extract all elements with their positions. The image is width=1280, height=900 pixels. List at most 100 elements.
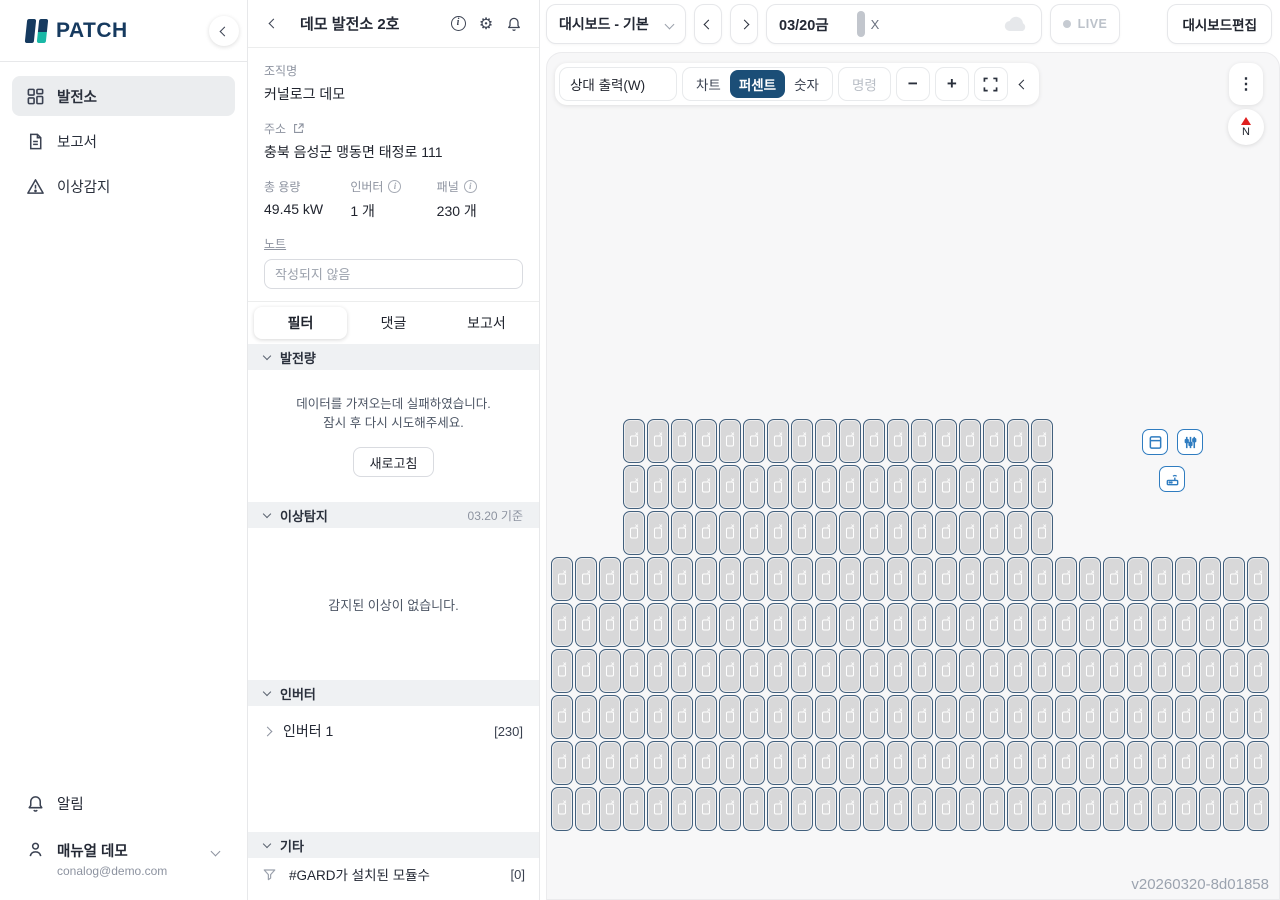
pv-module[interactable] [647, 419, 669, 463]
pv-module[interactable] [959, 465, 981, 509]
notifications-bell-button[interactable] [505, 15, 523, 33]
pv-module[interactable] [1223, 649, 1245, 693]
pv-module[interactable] [599, 603, 621, 647]
pv-module[interactable] [719, 695, 741, 739]
pv-module[interactable] [743, 787, 765, 831]
pv-module[interactable] [695, 695, 717, 739]
settings-gear-button[interactable]: ⚙ [477, 15, 495, 33]
pv-module[interactable] [743, 557, 765, 601]
pv-module[interactable] [863, 557, 885, 601]
pv-module[interactable] [1199, 603, 1221, 647]
pv-module[interactable] [551, 695, 573, 739]
pv-module[interactable] [575, 557, 597, 601]
pv-module[interactable] [647, 695, 669, 739]
pv-module[interactable] [1103, 649, 1125, 693]
external-link-icon[interactable] [292, 122, 305, 135]
pv-module[interactable] [983, 603, 1005, 647]
pv-module[interactable] [815, 511, 837, 555]
pv-module[interactable] [935, 695, 957, 739]
mode-number-button[interactable]: 숫자 [785, 70, 828, 98]
pv-module[interactable] [791, 603, 813, 647]
pv-module[interactable] [983, 557, 1005, 601]
pv-module[interactable] [1031, 511, 1053, 555]
pv-module[interactable] [743, 419, 765, 463]
pv-module[interactable] [1223, 557, 1245, 601]
pv-module[interactable] [695, 465, 717, 509]
zoom-out-button[interactable]: − [896, 67, 930, 101]
pv-module[interactable] [1031, 603, 1053, 647]
pv-module[interactable] [1103, 603, 1125, 647]
pv-module[interactable] [1199, 695, 1221, 739]
pv-module[interactable] [887, 511, 909, 555]
pv-module[interactable] [791, 419, 813, 463]
pv-module[interactable] [623, 695, 645, 739]
pv-module[interactable] [1127, 741, 1149, 785]
pv-module[interactable] [935, 465, 957, 509]
pv-module[interactable] [623, 741, 645, 785]
pv-module[interactable] [1055, 557, 1077, 601]
pv-module[interactable] [695, 787, 717, 831]
pv-module[interactable] [695, 419, 717, 463]
pv-module[interactable] [599, 695, 621, 739]
pv-module[interactable] [743, 695, 765, 739]
pv-module[interactable] [791, 695, 813, 739]
pv-module[interactable] [1079, 741, 1101, 785]
pv-module[interactable] [743, 741, 765, 785]
filter-row-gard[interactable]: #GARD가 설치된 모듈수 [0] [248, 858, 539, 890]
pv-module[interactable] [839, 787, 861, 831]
pv-module[interactable] [719, 603, 741, 647]
pv-module[interactable] [1007, 419, 1029, 463]
back-button[interactable] [264, 15, 282, 33]
section-anomaly-header[interactable]: 이상탐지 03.20 기준 [248, 502, 539, 528]
pv-module[interactable] [935, 649, 957, 693]
pv-module[interactable] [671, 695, 693, 739]
pv-module[interactable] [623, 603, 645, 647]
pv-module[interactable] [1007, 603, 1029, 647]
pv-module[interactable] [1223, 787, 1245, 831]
pv-module[interactable] [815, 603, 837, 647]
pv-module[interactable] [1079, 695, 1101, 739]
pv-module[interactable] [1175, 787, 1197, 831]
pv-module[interactable] [959, 603, 981, 647]
pv-module[interactable] [1223, 741, 1245, 785]
mode-percent-button[interactable]: 퍼센트 [730, 70, 785, 98]
pv-module[interactable] [1151, 649, 1173, 693]
pv-module[interactable] [935, 787, 957, 831]
pv-module[interactable] [1079, 603, 1101, 647]
pv-module[interactable] [1199, 649, 1221, 693]
pv-module[interactable] [863, 419, 885, 463]
pv-module[interactable] [839, 511, 861, 555]
pv-module[interactable] [1151, 557, 1173, 601]
pv-module[interactable] [863, 603, 885, 647]
sidebar-collapse-button[interactable] [209, 16, 239, 46]
pv-module[interactable] [863, 465, 885, 509]
pv-module[interactable] [1031, 557, 1053, 601]
pv-module[interactable] [767, 419, 789, 463]
metric-select[interactable]: 상대 출력(W) [559, 67, 677, 101]
pv-module[interactable] [743, 465, 765, 509]
pv-module[interactable] [575, 603, 597, 647]
pv-module[interactable] [911, 649, 933, 693]
pv-module[interactable] [623, 649, 645, 693]
pv-module[interactable] [1055, 787, 1077, 831]
pv-module[interactable] [767, 695, 789, 739]
pv-module[interactable] [959, 695, 981, 739]
pv-module[interactable] [647, 511, 669, 555]
pv-module[interactable] [1031, 465, 1053, 509]
pv-module[interactable] [887, 787, 909, 831]
pv-module[interactable] [1007, 787, 1029, 831]
pv-module[interactable] [887, 695, 909, 739]
pv-module[interactable] [671, 649, 693, 693]
map-menu-button[interactable]: ⋮ [1229, 63, 1263, 105]
filter-row-bstr[interactable]: #BSTR가 설치된 모듈수 [0] [248, 890, 539, 900]
dashboard-select[interactable]: 대시보드 - 기본 [546, 4, 686, 44]
info-button[interactable]: i [449, 15, 467, 33]
prev-date-button[interactable] [694, 4, 722, 44]
pv-module[interactable] [815, 419, 837, 463]
pv-module[interactable] [671, 787, 693, 831]
pv-module[interactable] [791, 465, 813, 509]
pv-module[interactable] [767, 787, 789, 831]
dashboard-edit-button[interactable]: 대시보드편집 [1167, 4, 1272, 44]
pv-module[interactable] [1031, 419, 1053, 463]
pv-module[interactable] [1223, 695, 1245, 739]
